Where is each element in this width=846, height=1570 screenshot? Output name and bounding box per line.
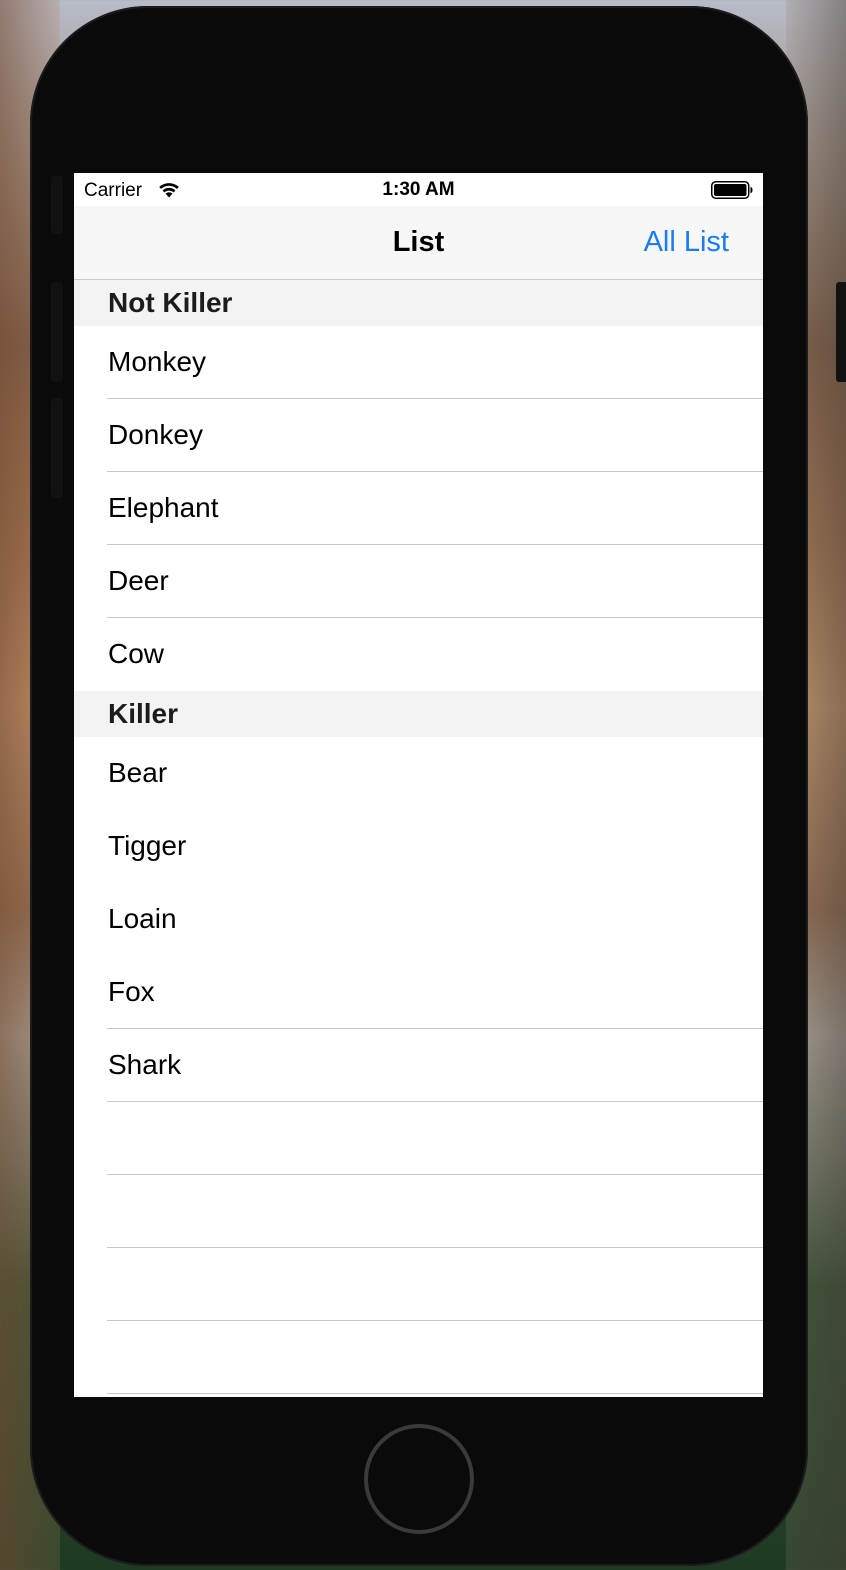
- mute-switch: [51, 176, 63, 234]
- table-row[interactable]: Donkey: [74, 399, 763, 472]
- row-label: Cow: [108, 638, 165, 669]
- section-header-label: Not Killer: [108, 287, 233, 318]
- row-label: Elephant: [108, 492, 219, 523]
- row-label: Bear: [108, 757, 168, 788]
- table-row[interactable]: Monkey: [74, 326, 763, 399]
- empty-row: [74, 1248, 763, 1321]
- screen: Carrier 1:30 AM List All List Not Killer…: [74, 173, 763, 1397]
- row-label: Shark: [108, 1049, 182, 1080]
- table-row[interactable]: Tigger: [74, 810, 763, 883]
- navigation-bar: List All List: [74, 206, 763, 280]
- table-row[interactable]: Fox: [74, 956, 763, 1029]
- status-bar: Carrier 1:30 AM: [74, 173, 763, 206]
- row-label: Donkey: [108, 419, 203, 450]
- row-label: Monkey: [108, 346, 207, 377]
- section-header-not-killer: Not Killer: [74, 280, 763, 326]
- all-list-button[interactable]: All List: [644, 226, 729, 259]
- volume-down-button: [51, 398, 63, 498]
- table-view[interactable]: Not Killer Monkey Donkey Elephant Deer C…: [74, 280, 763, 1394]
- status-time: 1:30 AM: [382, 179, 455, 200]
- row-label: Fox: [108, 976, 155, 1007]
- volume-up-button: [51, 282, 63, 382]
- row-label: Deer: [108, 565, 169, 596]
- section-header-label: Killer: [108, 698, 179, 729]
- section-header-killer: Killer: [74, 691, 763, 737]
- battery-icon: [711, 181, 753, 199]
- empty-row: [74, 1175, 763, 1248]
- table-row[interactable]: Loain: [74, 883, 763, 956]
- row-label: Loain: [108, 903, 177, 934]
- home-button[interactable]: [364, 1424, 474, 1534]
- table-row[interactable]: Elephant: [74, 472, 763, 545]
- table-row[interactable]: Cow: [74, 618, 763, 691]
- power-button: [836, 282, 846, 382]
- empty-row: [74, 1102, 763, 1175]
- table-row[interactable]: Shark: [74, 1029, 763, 1102]
- table-row[interactable]: Deer: [74, 545, 763, 618]
- row-label: Tigger: [108, 830, 187, 861]
- empty-row: [74, 1321, 763, 1394]
- table-row[interactable]: Bear: [74, 737, 763, 810]
